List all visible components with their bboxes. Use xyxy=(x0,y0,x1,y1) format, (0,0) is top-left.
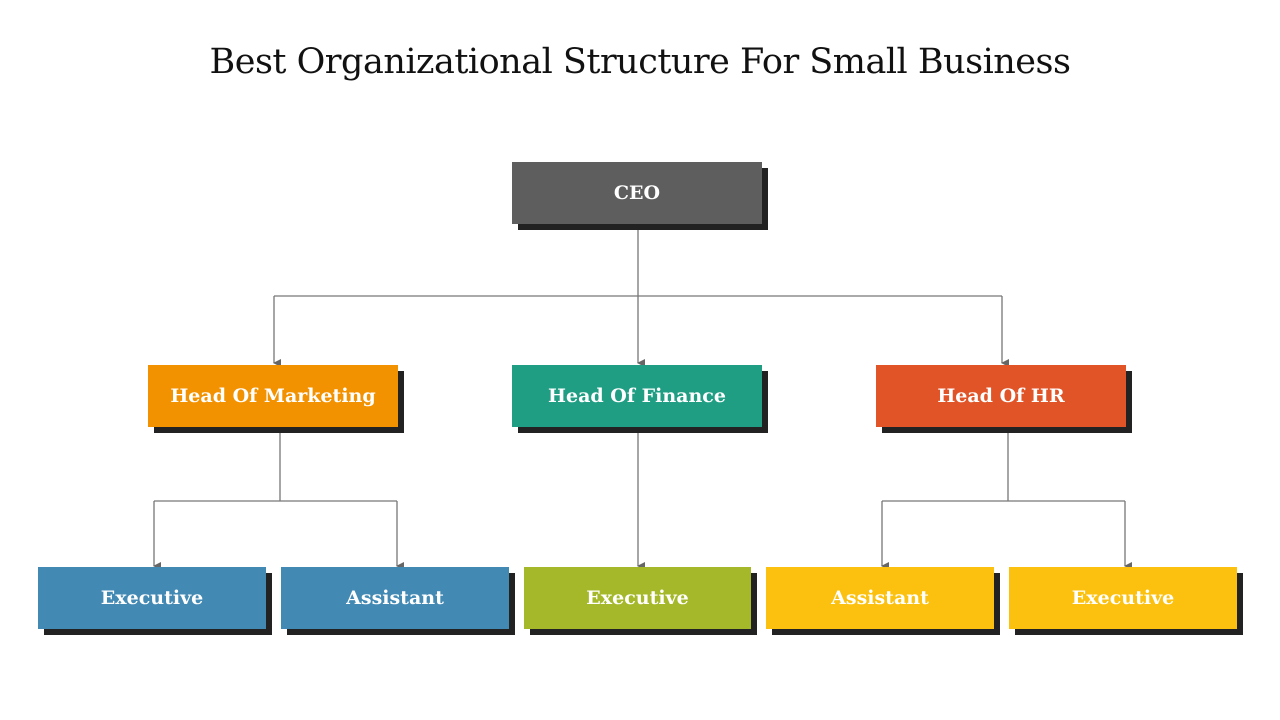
node-head-of-marketing: Head Of Marketing xyxy=(148,365,398,427)
node-head-of-hr: Head Of HR xyxy=(876,365,1126,427)
node-ceo: CEO xyxy=(512,162,762,224)
node-hr-executive: Executive xyxy=(1009,567,1237,629)
node-marketing-assistant: Assistant xyxy=(281,567,509,629)
node-marketing-executive: Executive xyxy=(38,567,266,629)
node-finance-executive: Executive xyxy=(524,567,751,629)
node-head-of-finance: Head Of Finance xyxy=(512,365,762,427)
node-hr-assistant: Assistant xyxy=(766,567,994,629)
